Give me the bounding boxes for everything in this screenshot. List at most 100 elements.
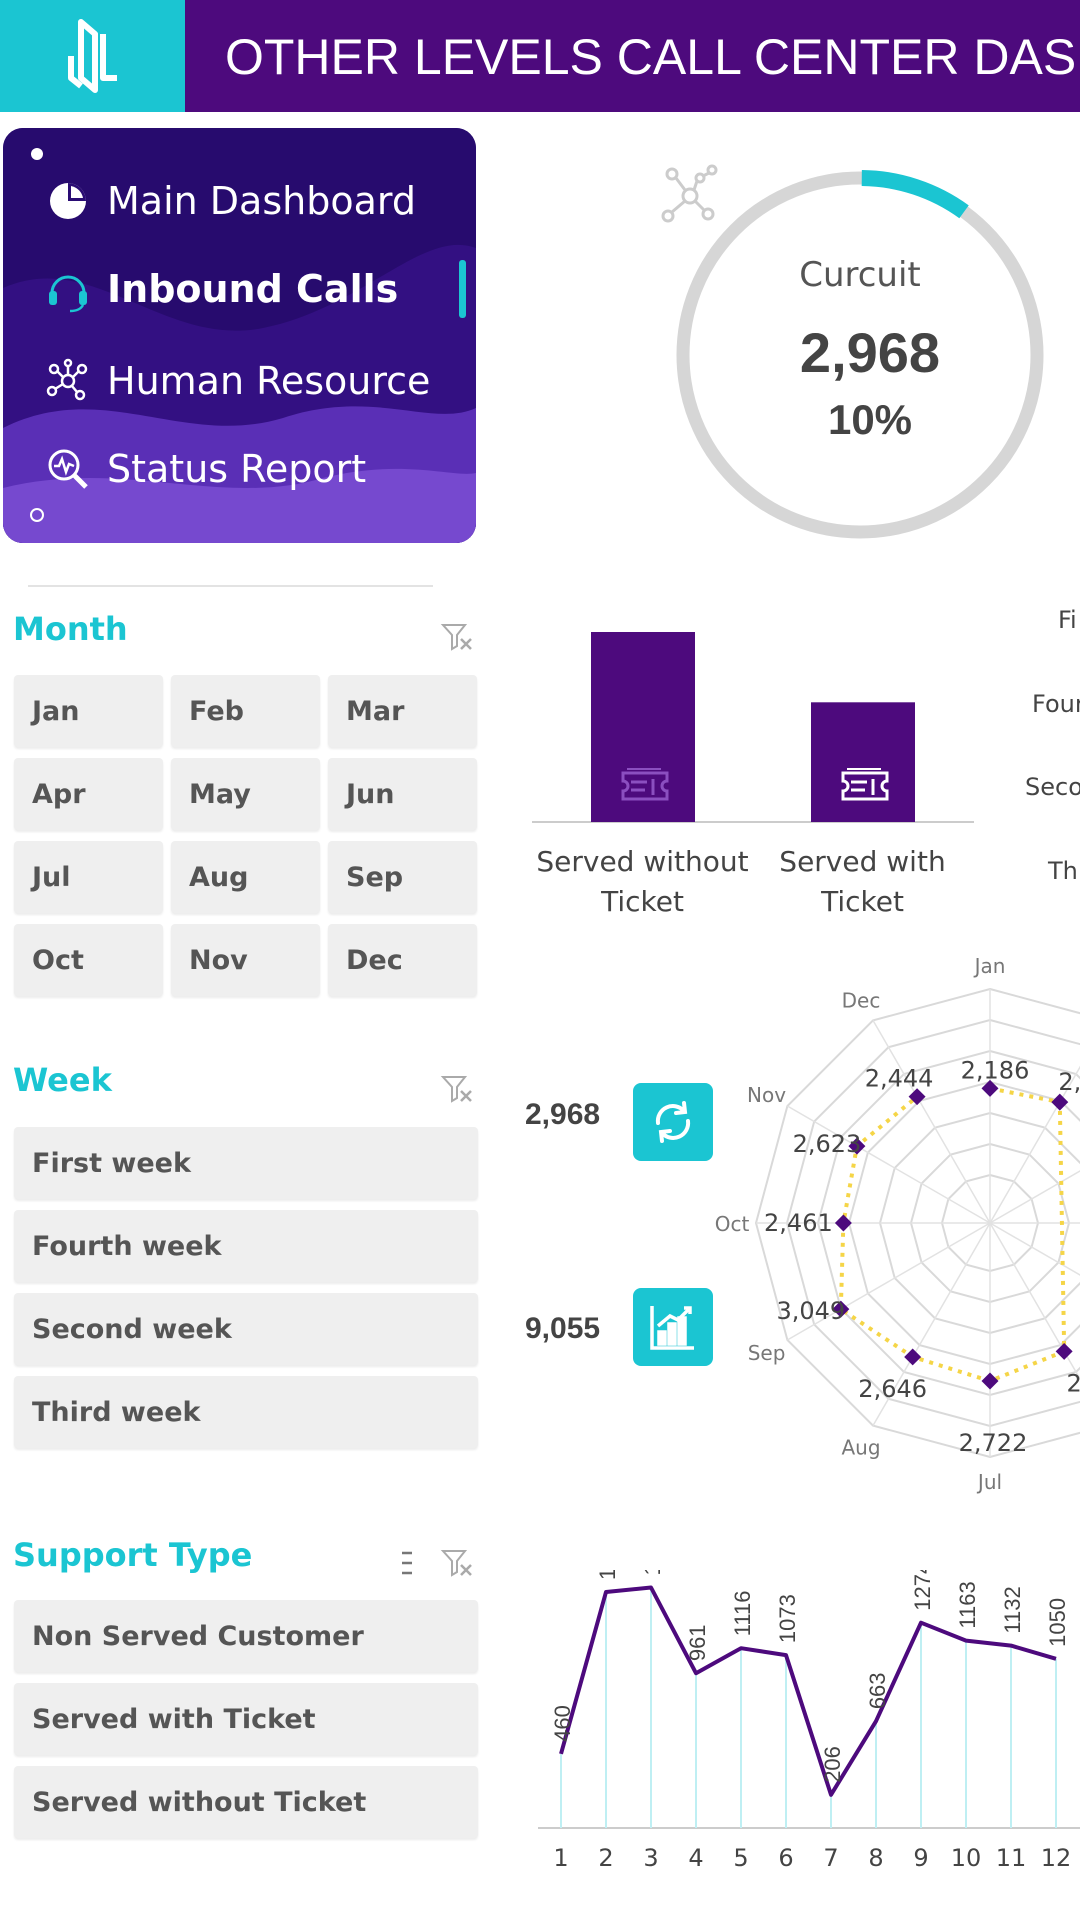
radar-data-label: 2 bbox=[1067, 1369, 1080, 1397]
week-chip[interactable]: Second week bbox=[14, 1293, 478, 1365]
chip-label: Served without Ticket bbox=[32, 1786, 367, 1818]
clear-filter-icon[interactable] bbox=[440, 1072, 474, 1106]
radar-data-label: 3,049 bbox=[776, 1297, 845, 1325]
gauge-label: Curcuit bbox=[799, 255, 921, 295]
x-tick-label: 10 bbox=[951, 1844, 982, 1872]
radar-spoke bbox=[872, 1019, 991, 1224]
support-type-chip[interactable]: Served with Ticket bbox=[14, 1683, 478, 1755]
radar-category-label: Nov bbox=[747, 1083, 786, 1107]
headset-icon bbox=[43, 264, 93, 314]
month-chip-mar[interactable]: Mar bbox=[328, 675, 477, 747]
bar bbox=[591, 632, 695, 822]
week-slicer-title: Week bbox=[13, 1061, 112, 1099]
series-line bbox=[559, 1585, 1057, 1797]
nav-item-main-dashboard[interactable]: Main Dashboard bbox=[43, 176, 416, 226]
chip-label: Non Served Customer bbox=[32, 1620, 364, 1652]
radar-category-label: Sep bbox=[748, 1341, 786, 1365]
clear-filter-icon[interactable] bbox=[440, 1546, 474, 1580]
monthly-radar-chart: 2,186 2, 2 2,722 2,646 3,049 2,461 2,623 2,444 Ja… bbox=[715, 954, 1080, 1494]
month-chip-jan[interactable]: Jan bbox=[14, 675, 163, 747]
week-bar-label: Fi bbox=[1058, 606, 1077, 634]
week-chip[interactable]: Third week bbox=[14, 1376, 478, 1448]
radar-data-label: 2, bbox=[1058, 1068, 1080, 1096]
clear-filter-icon[interactable] bbox=[440, 620, 474, 654]
data-label: 1163 bbox=[955, 1581, 980, 1628]
chip-label: Third week bbox=[32, 1396, 201, 1428]
chip-label: Oct bbox=[32, 944, 84, 976]
bar-category-label: Served without Ticket bbox=[536, 845, 749, 918]
month-chip-jun[interactable]: Jun bbox=[328, 758, 477, 830]
multi-select-icon[interactable] bbox=[400, 1550, 414, 1576]
nav-item-human-resource[interactable]: Human Resource bbox=[43, 356, 430, 406]
data-label: 1050 bbox=[1045, 1598, 1070, 1647]
nav-panel: Main Dashboard Inbound Calls Human Resou… bbox=[3, 128, 476, 543]
radar-data-label: 2,444 bbox=[865, 1065, 934, 1093]
dl-logo-icon bbox=[67, 19, 117, 93]
radar-category-label: Aug bbox=[841, 1435, 880, 1459]
chip-label: Fourth week bbox=[32, 1230, 222, 1262]
month-chip-apr[interactable]: Apr bbox=[14, 758, 163, 830]
data-label: 1116 bbox=[730, 1591, 755, 1637]
radar-point bbox=[904, 1348, 922, 1366]
week-chip[interactable]: Fourth week bbox=[14, 1210, 478, 1282]
chip-label: Jan bbox=[32, 695, 80, 727]
month-chip-may[interactable]: May bbox=[171, 758, 320, 830]
gauge-percent: 10% bbox=[827, 396, 913, 443]
x-tick-label: 1 bbox=[553, 1844, 568, 1872]
x-tick-label: 12 bbox=[1041, 1844, 1072, 1872]
month-chip-nov[interactable]: Nov bbox=[171, 924, 320, 996]
data-label: 961 bbox=[685, 1624, 710, 1661]
chip-label: Jun bbox=[346, 778, 395, 810]
radar-spoke bbox=[786, 1105, 991, 1224]
radar-data-label: 2,646 bbox=[858, 1375, 927, 1403]
x-tick-label: 8 bbox=[868, 1844, 883, 1872]
nav-item-inbound-calls[interactable]: Inbound Calls bbox=[43, 264, 398, 314]
data-label: 663 bbox=[865, 1672, 890, 1709]
nav-dot-bottom bbox=[30, 508, 44, 522]
radar-data-label: 2,623 bbox=[793, 1130, 862, 1158]
month-chip-dec[interactable]: Dec bbox=[328, 924, 477, 996]
daily-line-chart: 460 1 1465 2 1493 3 961 4 1116 5 1073 6 206 7 663 8 1274… bbox=[538, 1570, 1080, 1872]
month-chip-jul[interactable]: Jul bbox=[14, 841, 163, 913]
chip-label: Apr bbox=[32, 778, 86, 810]
nav-active-indicator bbox=[459, 260, 466, 318]
pie-chart-icon bbox=[43, 176, 93, 226]
data-label: 460 bbox=[550, 1705, 575, 1742]
month-chip-sep[interactable]: Sep bbox=[328, 841, 477, 913]
bar-category-label: Served with Ticket bbox=[779, 845, 946, 918]
x-tick-label: 4 bbox=[688, 1844, 703, 1872]
data-label: 1073 bbox=[775, 1594, 800, 1643]
chip-label: Served with Ticket bbox=[32, 1703, 316, 1735]
month-chip-oct[interactable]: Oct bbox=[14, 924, 163, 996]
data-label: 1274 bbox=[910, 1570, 935, 1611]
radar-category-label: Dec bbox=[842, 989, 881, 1013]
gauge-arc bbox=[861, 170, 969, 219]
bar bbox=[811, 702, 915, 822]
kpi-value: 2,968 bbox=[525, 1098, 601, 1131]
week-chip[interactable]: First week bbox=[14, 1127, 478, 1199]
data-label: 1493 bbox=[640, 1570, 665, 1575]
header-bar: OTHER LEVELS CALL CENTER DASHBOARD bbox=[185, 0, 1080, 112]
radar-category-label: Jul bbox=[976, 1470, 1002, 1494]
chip-label: Second week bbox=[32, 1313, 232, 1345]
gauge-value: 2,968 bbox=[799, 321, 941, 384]
divider bbox=[28, 585, 433, 587]
nav-item-label: Main Dashboard bbox=[107, 179, 416, 223]
chip-label: May bbox=[189, 778, 251, 810]
chip-label: Mar bbox=[346, 695, 405, 727]
support-type-slicer-title: Support Type bbox=[13, 1536, 253, 1574]
month-slicer-title: Month bbox=[13, 610, 128, 648]
support-type-chip[interactable]: Served without Ticket bbox=[14, 1766, 478, 1838]
data-label: 206 bbox=[820, 1746, 845, 1783]
x-tick-label: 3 bbox=[643, 1844, 658, 1872]
radar-data-label: 2,722 bbox=[959, 1429, 1028, 1457]
nav-item-status-report[interactable]: Status Report bbox=[43, 444, 366, 494]
week-bar-label: Four bbox=[1032, 690, 1080, 718]
support-type-chip[interactable]: Non Served Customer bbox=[14, 1600, 478, 1672]
radar-category-label: Jan bbox=[973, 954, 1006, 978]
month-chip-aug[interactable]: Aug bbox=[171, 841, 320, 913]
radar-category-label: Oct bbox=[715, 1212, 750, 1236]
radar-data-label: 2,186 bbox=[961, 1056, 1030, 1084]
month-chip-feb[interactable]: Feb bbox=[171, 675, 320, 747]
radar-spoke bbox=[989, 1170, 1080, 1224]
